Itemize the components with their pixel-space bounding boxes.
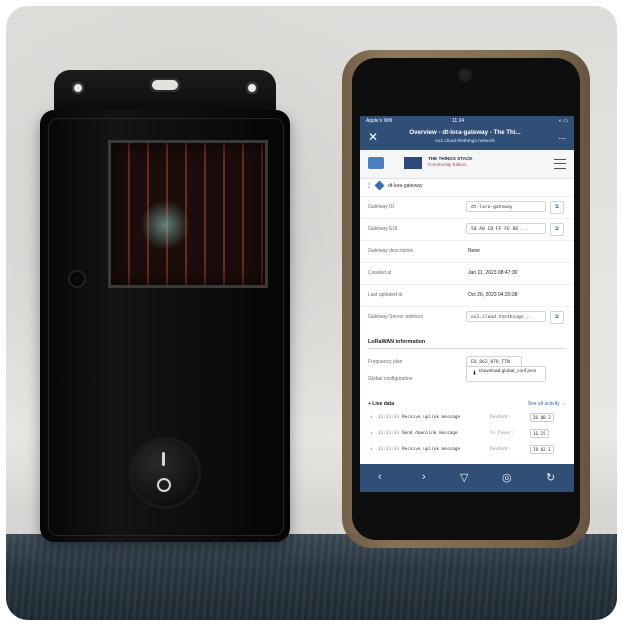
event-key: DevAddr: — [490, 415, 512, 420]
event-message: Receive uplink message — [402, 415, 461, 420]
detail-label: Created at — [368, 270, 392, 276]
download-icon: ⬇ — [472, 371, 478, 377]
clock: 11:24 — [452, 118, 465, 124]
live-data-title[interactable]: + Live data — [368, 401, 394, 407]
site-header: THE THINGS STACK Community Edition — [360, 150, 574, 179]
gateway-icon — [374, 180, 385, 191]
mounting-slot — [150, 78, 180, 92]
front-camera — [460, 70, 470, 80]
event-key: DevAddr: — [490, 447, 512, 452]
forward-icon[interactable]: › — [422, 471, 426, 483]
see-all-activity-link[interactable]: See all activity → — [528, 401, 566, 407]
detail-value: 58 A0 CB FF FE 80 ... — [466, 223, 546, 234]
detail-label: Gateway EUI — [368, 226, 398, 232]
event-value: 26 0B 2 — [530, 413, 554, 422]
close-icon[interactable]: ✕ — [368, 130, 378, 144]
battery-icon: ◐ ▭ — [558, 118, 568, 124]
switch-on-mark — [162, 452, 165, 466]
event-key: Tx Power: — [490, 431, 514, 436]
switch-off-mark — [157, 478, 171, 492]
event-value: 78 02 1 — [530, 445, 554, 454]
event-direction-icon: ↑ — [370, 415, 373, 420]
community-logo — [404, 157, 422, 169]
detail-row: Gateway Server address eu1.cloud.thething… — [360, 306, 574, 327]
hamburger-menu-icon[interactable] — [554, 159, 566, 169]
detail-value: dt-lora-gateway — [466, 201, 546, 212]
compass-icon[interactable]: ◎ — [502, 471, 512, 484]
detail-label: Gateway description — [368, 248, 414, 254]
mounting-hole — [246, 82, 258, 94]
detail-row: Gateway description None — [360, 240, 574, 261]
status-led — [70, 272, 84, 286]
section-divider — [368, 348, 566, 349]
event-time: 11:23:33 — [378, 431, 400, 436]
event-value: 16.15 — [530, 429, 549, 438]
copy-icon[interactable]: ⧉ — [550, 311, 564, 324]
breadcrumb-gateway[interactable]: dt-lora-gateway — [388, 183, 422, 189]
detail-row: Gateway EUI 58 A0 CB FF FE 80 ... ⧉ — [360, 218, 574, 239]
carrier-label: Apple's Wifi — [366, 118, 392, 124]
event-message: Send downlink message — [402, 431, 458, 436]
live-data-header: + Live data See all activity → — [360, 398, 574, 410]
global-config-label: Global configuration — [368, 376, 413, 382]
event-direction-icon: ↓ — [370, 431, 373, 436]
detail-value: eu1.cloud.thethings... — [466, 311, 546, 322]
more-menu-icon[interactable]: ... — [558, 131, 566, 141]
live-event-row[interactable]: ↓ 11:23:33 Send downlink message Tx Power: 1… — [360, 428, 574, 440]
detail-value: Oct 26, 2023 04:20:38 — [468, 292, 518, 298]
brand-title: THE THINGS STACK — [428, 156, 473, 161]
copy-icon[interactable]: ⧉ — [550, 201, 564, 214]
detail-value: None — [468, 248, 480, 254]
live-event-row[interactable]: ↑ 11:23:33 Receive uplink message DevAddr: 2… — [360, 412, 574, 424]
event-time: 11:23:33 — [378, 415, 400, 420]
detail-row: Created at Jan 11, 2023 08:47:30 — [360, 262, 574, 283]
share-icon[interactable]: ▽ — [460, 471, 468, 484]
event-time: 11:23:33 — [378, 447, 400, 452]
detail-value: Jan 11, 2023 08:47:30 — [468, 270, 518, 276]
browser-titlebar: ✕ Overview - dt-lora-gateway - The Thi..… — [360, 126, 574, 150]
power-switch[interactable] — [132, 440, 198, 506]
status-bar: Apple's Wifi 11:24 ◐ ▭ — [360, 116, 574, 126]
solar-reflection — [140, 200, 190, 250]
live-event-row[interactable]: ↑ 11:23:33 Receive uplink message DevAddr: 7… — [360, 444, 574, 456]
page-url[interactable]: eu1.cloud.thethings.network — [390, 139, 540, 144]
brand-subtitle: Community Edition — [428, 162, 467, 167]
detail-row: Last updated at Oct 26, 2023 04:20:38 — [360, 284, 574, 305]
back-icon[interactable]: ‹ — [378, 471, 382, 483]
detail-row: Gateway ID dt-lora-gateway ⧉ — [360, 196, 574, 217]
copy-icon[interactable]: ⧉ — [550, 223, 564, 236]
event-direction-icon: ↑ — [370, 447, 373, 452]
enclosure-body — [40, 110, 290, 542]
reload-icon[interactable]: ↻ — [546, 471, 555, 484]
frequency-plan-label: Frequency plan — [368, 359, 403, 365]
lorawan-section-title: LoRaWAN information — [368, 339, 426, 345]
phone-screen: Apple's Wifi 11:24 ◐ ▭ ✕ Overview - dt-l… — [360, 116, 574, 492]
more-icon[interactable]: ⋮ — [366, 182, 372, 189]
detail-label: Gateway ID — [368, 204, 395, 210]
mounting-hole — [72, 82, 84, 94]
page-title: Overview - dt-lora-gateway - The Thi... — [409, 129, 521, 136]
event-message: Receive uplink message — [402, 447, 461, 452]
download-global-conf-button[interactable]: Download global_conf.json — [466, 366, 546, 382]
browser-navbar: ‹ › ▽ ◎ ↻ — [360, 464, 574, 492]
ttn-logo[interactable] — [368, 157, 384, 169]
gateway-enclosure — [40, 70, 290, 542]
breadcrumb: ⋮ dt-lora-gateway — [360, 178, 574, 194]
detail-label: Gateway Server address — [368, 314, 424, 320]
detail-label: Last updated at — [368, 292, 403, 298]
